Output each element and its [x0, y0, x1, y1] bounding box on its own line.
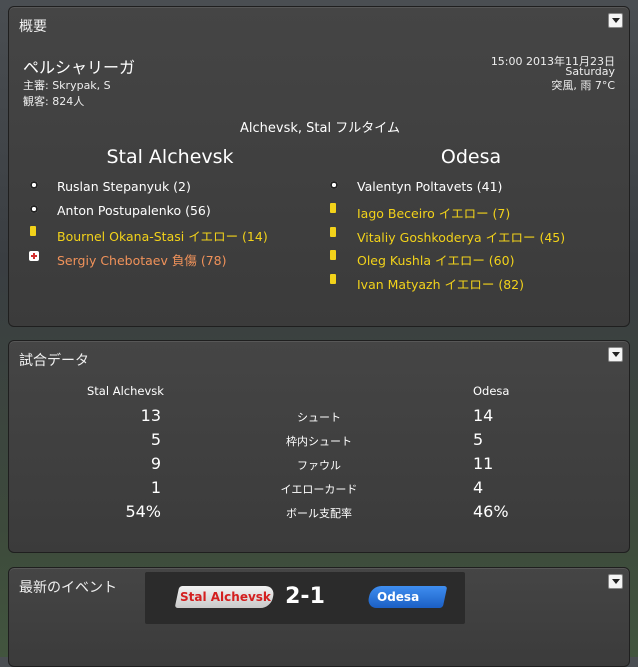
away-team-name: Odesa — [440, 146, 502, 168]
scoreboard: Stal Alchevsk 2-1 Odesa — [145, 572, 465, 624]
stats-home-team: Stal Alchevsk — [87, 384, 164, 398]
stat-row-yellow-cards: 1 イエローカード 4 — [150, 478, 484, 497]
yellow-card-icon — [330, 227, 336, 237]
away-team-pill[interactable]: Odesa — [366, 586, 448, 608]
stat-row-fouls: 9 ファウル 11 — [150, 454, 494, 473]
latest-events-title: 最新のイベント — [19, 580, 117, 596]
match-stats-panel: 試合データ Stal Alchevsk Odesa 13 シュート 14 5 枠… — [8, 340, 630, 553]
attendance: 観客: 824人 — [23, 95, 85, 108]
latest-events-collapse-button[interactable] — [608, 574, 623, 589]
stats-away-team: Odesa — [473, 384, 510, 398]
match-stats-title: 試合データ — [19, 353, 89, 369]
yellow-card-icon — [330, 203, 336, 213]
goal-ball-icon — [330, 181, 338, 189]
home-team-name: Stal Alchevsk — [106, 146, 234, 168]
match-stats-collapse-button[interactable] — [608, 347, 623, 362]
yellow-card-icon — [330, 250, 336, 260]
yellow-card-icon — [330, 274, 336, 284]
stat-row-possession: 54% ボール支配率 46% — [125, 502, 509, 521]
goal-ball-icon — [30, 181, 38, 189]
stat-row-shots-on-target: 5 枠内シュート 5 — [150, 430, 484, 449]
injury-icon — [29, 251, 39, 261]
overview-collapse-button[interactable] — [608, 13, 623, 28]
competition-name: ペルシャリーガ — [23, 58, 136, 77]
latest-events-panel: 最新のイベント Stal Alchevsk 2-1 Odesa — [8, 567, 630, 667]
goal-ball-icon — [30, 205, 38, 213]
overview-title: 概要 — [19, 19, 47, 35]
overview-panel: 概要 ペルシャリーガ 主審: Skrypak, S 観客: 824人 15:00… — [8, 6, 630, 327]
match-weather: 突風, 雨 7°C — [551, 79, 615, 92]
stat-row-shots: 13 シュート 14 — [140, 406, 494, 425]
match-status: Alchevsk, Stal フルタイム — [240, 121, 400, 136]
yellow-card-icon — [30, 226, 36, 236]
referee: 主審: Skrypak, S — [23, 79, 111, 92]
